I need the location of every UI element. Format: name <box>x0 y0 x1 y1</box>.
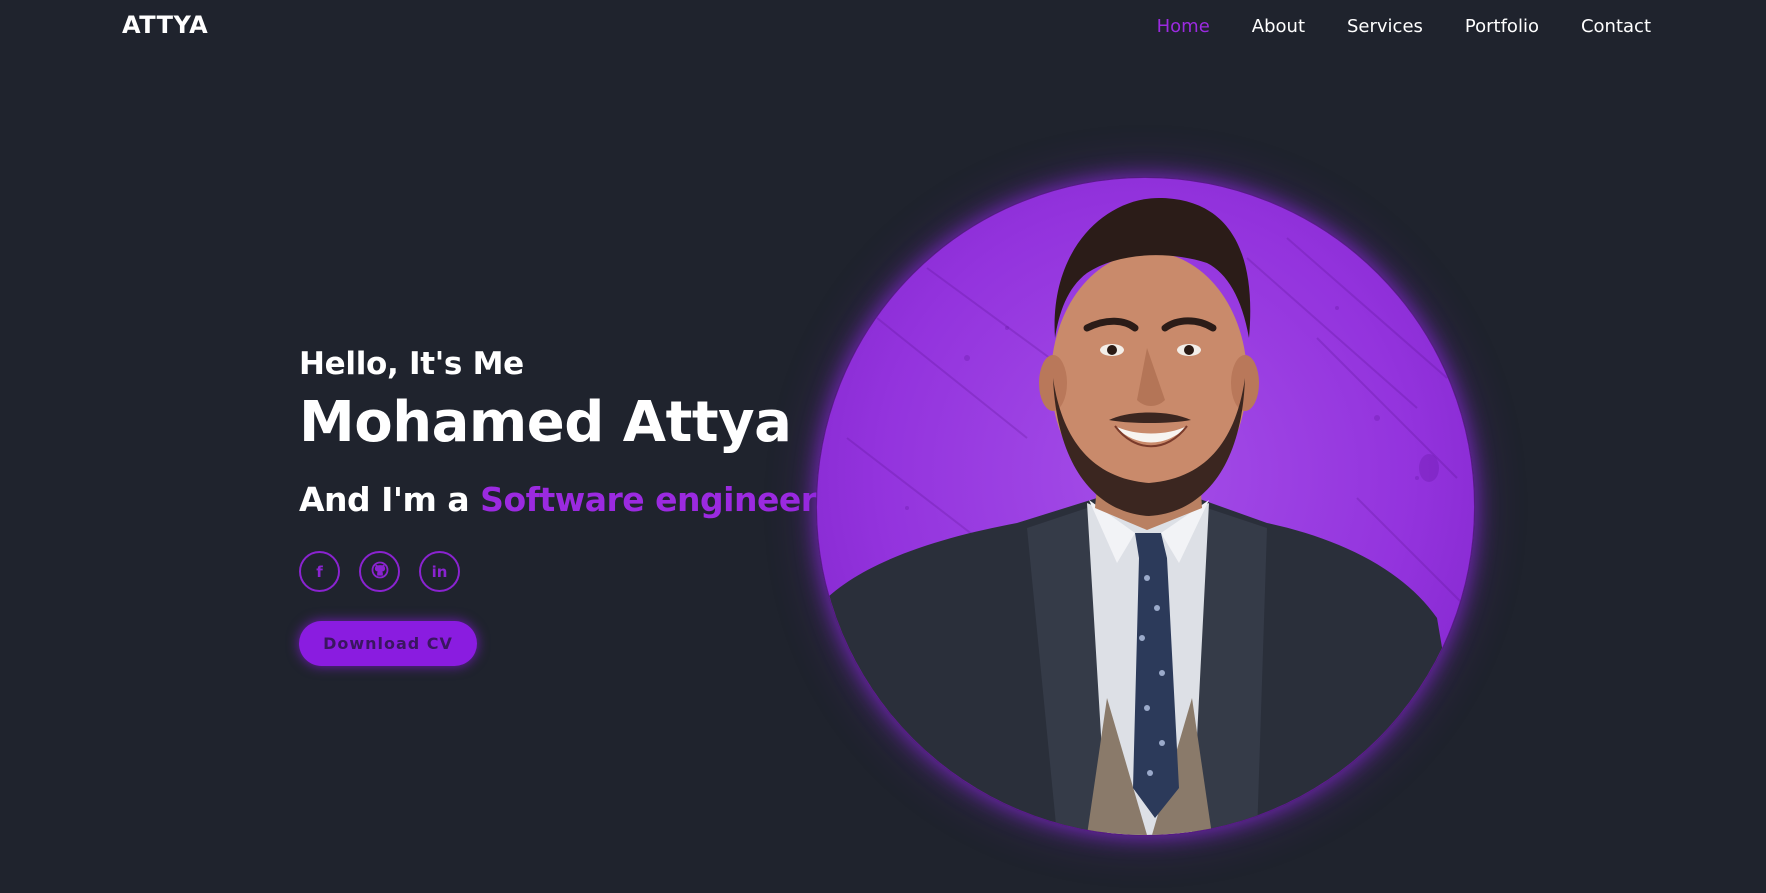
download-cv-button[interactable]: Download CV <box>299 621 477 666</box>
social-links: f in <box>299 551 799 592</box>
nav-home[interactable]: Home <box>1157 16 1210 37</box>
linkedin-icon: in <box>431 562 448 581</box>
page: ATTYA Home About Services Portfolio Cont… <box>0 0 1766 893</box>
profile-photo <box>816 177 1475 836</box>
github-link[interactable] <box>359 551 400 592</box>
profile-photo-illustration <box>817 197 1474 835</box>
linkedin-link[interactable]: in <box>419 551 460 592</box>
site-header: ATTYA Home About Services Portfolio Cont… <box>0 0 1766 54</box>
nav-services[interactable]: Services <box>1347 16 1423 37</box>
facebook-icon: f <box>316 562 323 581</box>
hero-name: Mohamed Attya <box>299 390 792 455</box>
github-icon <box>371 561 389 583</box>
site-logo[interactable]: ATTYA <box>122 11 208 39</box>
facebook-link[interactable]: f <box>299 551 340 592</box>
role-prefix: And I'm a <box>299 480 481 519</box>
hero-greeting: Hello, It's Me <box>299 346 524 382</box>
hero-role: And I'm a Software engineer <box>299 478 822 522</box>
main-nav: Home About Services Portfolio Contact <box>1115 16 1651 37</box>
nav-contact[interactable]: Contact <box>1581 16 1651 37</box>
nav-portfolio[interactable]: Portfolio <box>1465 16 1539 37</box>
nav-about[interactable]: About <box>1252 16 1305 37</box>
role-highlight: Software engineer <box>480 480 817 519</box>
hero-intro: Hello, It's Me Mohamed Attya And I'm a S… <box>299 344 822 666</box>
